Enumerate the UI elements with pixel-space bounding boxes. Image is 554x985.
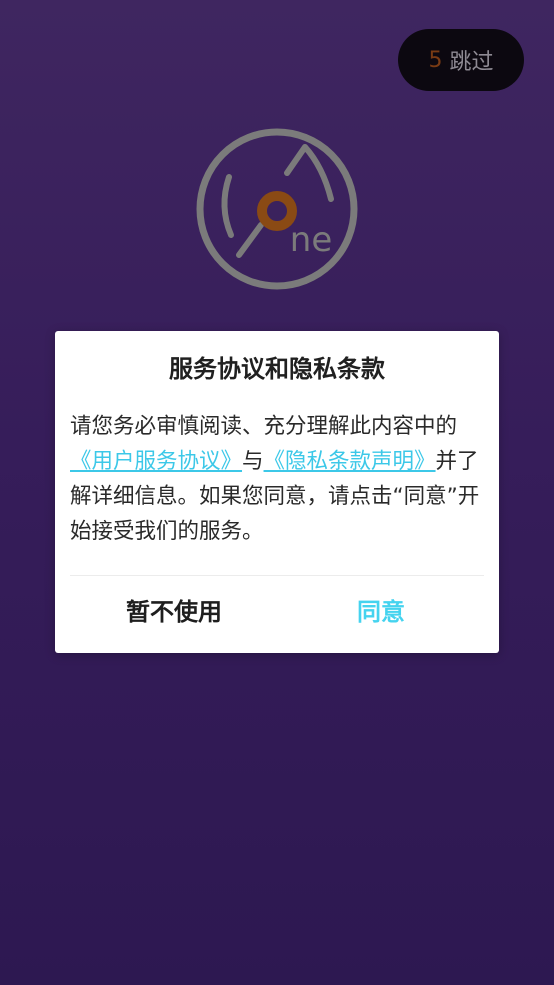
skip-button[interactable]: 5 跳过 (398, 29, 524, 91)
body-intro: 请您务必审慎阅读、充分理解此内容中的 (70, 414, 458, 439)
one-logo-icon: ne (195, 127, 359, 291)
user-agreement-link[interactable]: 《用户服务协议》 (70, 449, 242, 474)
privacy-policy-link[interactable]: 《隐私条款声明》 (264, 449, 436, 474)
dialog-divider (70, 575, 484, 576)
skip-countdown: 5 (428, 47, 443, 73)
dialog-body: 请您务必审慎阅读、充分理解此内容中的《用户服务协议》与《隐私条款声明》并了解详细… (70, 409, 487, 549)
dialog-title: 服务协议和隐私条款 (169, 355, 385, 383)
agree-button[interactable]: 同意 (270, 589, 492, 629)
svg-text:ne: ne (290, 220, 332, 260)
privacy-dialog: 服务协议和隐私条款 请您务必审慎阅读、充分理解此内容中的《用户服务协议》与《隐私… (55, 331, 499, 653)
body-connector: 与 (242, 449, 264, 474)
decline-button[interactable]: 暂不使用 (63, 589, 285, 629)
skip-label: 跳过 (449, 50, 494, 75)
